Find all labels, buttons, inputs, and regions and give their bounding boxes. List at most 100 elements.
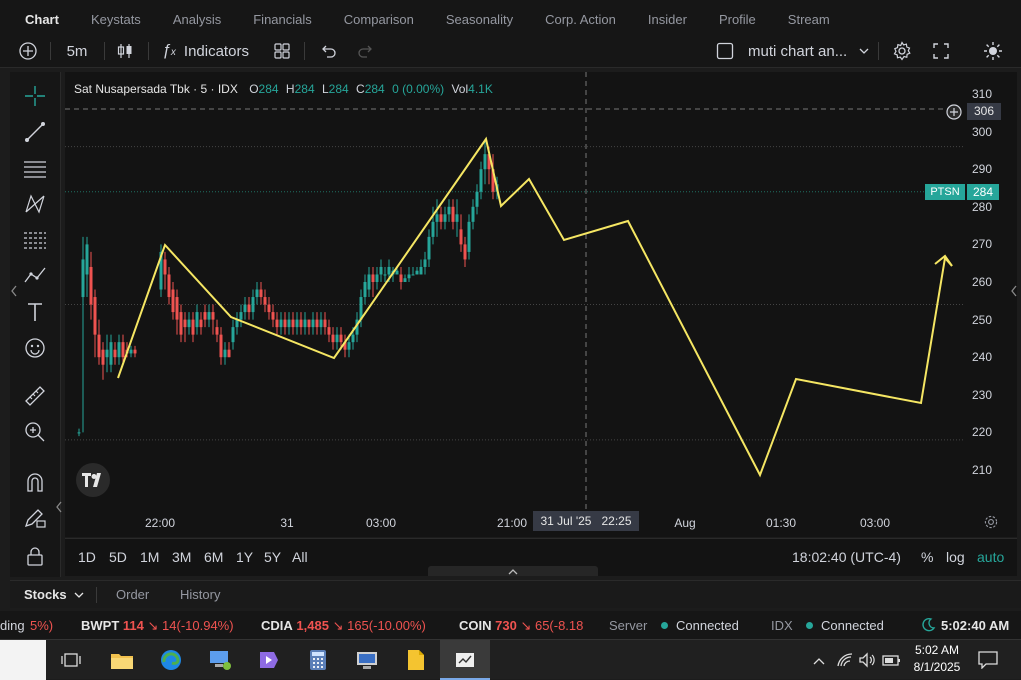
wifi-icon[interactable] <box>836 652 854 673</box>
layout-dropdown-button[interactable] <box>856 34 872 68</box>
range-1y[interactable]: 1Y <box>236 549 253 565</box>
range-1d[interactable]: 1D <box>78 549 96 565</box>
tab-stream[interactable]: Stream <box>772 12 846 34</box>
history-tab[interactable]: History <box>180 587 220 602</box>
text-tool[interactable] <box>21 298 49 326</box>
ruler-tool[interactable] <box>21 382 49 410</box>
tab-financials[interactable]: Financials <box>237 12 328 34</box>
axis-settings-button[interactable] <box>983 514 1001 532</box>
taskbar-time[interactable]: 5:02 AM <box>914 643 960 657</box>
candle-body <box>471 206 475 222</box>
active-app-button[interactable] <box>440 640 490 680</box>
low-label: L <box>321 82 329 96</box>
time-axis[interactable]: 22:00 31 03:00 21:00 Aug 01:30 03:00 <box>65 509 963 537</box>
trend-line-tool[interactable] <box>21 118 49 146</box>
theme-button[interactable] <box>982 34 1004 68</box>
price-axis[interactable]: 310 300 290 280 270 260 250 240 230 220 210 <box>963 72 1017 509</box>
interval-button[interactable]: 5m <box>62 34 92 68</box>
taskbar-date[interactable]: 8/1/2025 <box>912 660 962 674</box>
crosshair-tool[interactable] <box>21 82 49 110</box>
range-5d[interactable]: 5D <box>109 549 127 565</box>
settings-button[interactable] <box>890 34 914 68</box>
ticker-price: 114 <box>122 618 144 633</box>
undo-button[interactable] <box>318 34 338 68</box>
tradingview-logo[interactable] <box>76 463 110 497</box>
layouts-button[interactable] <box>272 34 292 68</box>
tab-corp-action[interactable]: Corp. Action <box>529 12 632 34</box>
crosshair-add-button[interactable] <box>945 103 963 121</box>
redo-button[interactable] <box>356 34 376 68</box>
pattern-tool[interactable] <box>21 190 49 218</box>
ticker-item[interactable]: BWPT 114 ↘ 14(-10.94%) <box>81 618 234 634</box>
task-view-button[interactable] <box>56 645 86 675</box>
panel-resize-handle[interactable] <box>428 566 598 576</box>
ticker-item[interactable]: COIN 730 ↘ 65(-8.18 <box>459 618 583 634</box>
calculator-button[interactable] <box>303 645 333 675</box>
fullscreen-button[interactable] <box>930 34 952 68</box>
symbol-title[interactable]: Sat Nusapersada Tbk · 5 · IDX <box>74 82 238 96</box>
network-app-button[interactable] <box>205 645 235 675</box>
search-box[interactable] <box>0 640 46 680</box>
tab-insider[interactable]: Insider <box>632 12 703 34</box>
collapse-left-arrow[interactable] <box>10 284 18 298</box>
add-symbol-button[interactable] <box>16 34 40 68</box>
battery-icon[interactable] <box>882 652 902 673</box>
candle-body <box>291 319 295 328</box>
candle-body <box>175 297 179 320</box>
indicators-button[interactable]: ƒx Indicators <box>162 34 258 68</box>
order-tab[interactable]: Order <box>116 587 149 602</box>
file-explorer-button[interactable] <box>107 645 137 675</box>
range-3m[interactable]: 3M <box>172 549 191 565</box>
projection-tool[interactable] <box>21 262 49 290</box>
range-all[interactable]: All <box>292 549 308 565</box>
tray-overflow-icon[interactable] <box>812 653 826 671</box>
stocks-tab[interactable]: Stocks <box>24 587 84 602</box>
checkbox-icon <box>716 42 734 60</box>
tab-chart[interactable]: Chart <box>0 12 75 34</box>
chevron-down-icon <box>74 592 84 598</box>
ticker-item[interactable]: CDIA 1,485 ↘ 165(-10.00%) <box>261 618 426 634</box>
horizontal-lines-tool[interactable] <box>21 154 49 182</box>
timezone-clock[interactable]: 18:02:40 (UTC-4) <box>792 549 901 565</box>
candle-body <box>455 214 459 222</box>
remote-desktop-button[interactable] <box>352 645 382 675</box>
candle-body <box>347 342 351 350</box>
magnet-tool[interactable] <box>21 468 49 496</box>
range-5y[interactable]: 5Y <box>264 549 281 565</box>
ticker-symbol: COIN <box>459 618 492 633</box>
media-app-button[interactable] <box>254 645 284 675</box>
tab-seasonality[interactable]: Seasonality <box>430 12 529 34</box>
chart-area[interactable]: Sat Nusapersada Tbk · 5 · IDX O284 H284 … <box>65 72 1017 537</box>
candle-body <box>251 297 255 313</box>
range-6m[interactable]: 6M <box>204 549 223 565</box>
auto-toggle[interactable]: auto <box>977 549 1004 565</box>
notes-app-button[interactable] <box>401 645 431 675</box>
tab-profile[interactable]: Profile <box>703 12 772 34</box>
candle-body <box>395 270 399 275</box>
candle-body <box>109 342 113 365</box>
volume-icon[interactable] <box>858 652 876 673</box>
layout-checkbox[interactable] <box>714 34 736 68</box>
tab-keystats[interactable]: Keystats <box>75 12 157 34</box>
chart-type-button[interactable] <box>114 34 136 68</box>
tab-analysis[interactable]: Analysis <box>157 12 237 34</box>
toolbar-toggle-arrow[interactable] <box>55 500 63 514</box>
log-toggle[interactable]: log <box>946 549 965 565</box>
range-1m[interactable]: 1M <box>140 549 159 565</box>
zoom-tool[interactable] <box>21 418 49 446</box>
hide-drawings-tool[interactable] <box>21 542 49 570</box>
layout-name-button[interactable]: muti chart an... <box>748 34 858 68</box>
trading-app-icon <box>456 653 474 667</box>
edge-browser-button[interactable] <box>156 645 186 675</box>
price-tick: 230 <box>972 387 993 402</box>
lock-drawings-tool[interactable] <box>21 504 49 532</box>
percent-toggle[interactable]: % <box>921 549 933 565</box>
collapse-right-arrow[interactable] <box>1010 284 1018 298</box>
tab-comparison[interactable]: Comparison <box>328 12 430 34</box>
candle-body <box>475 191 479 207</box>
candle-body <box>163 259 167 275</box>
fib-tool[interactable] <box>21 226 49 254</box>
notification-center-button[interactable] <box>978 651 998 674</box>
emoji-tool[interactable] <box>21 334 49 362</box>
price-chart[interactable] <box>65 72 1017 537</box>
